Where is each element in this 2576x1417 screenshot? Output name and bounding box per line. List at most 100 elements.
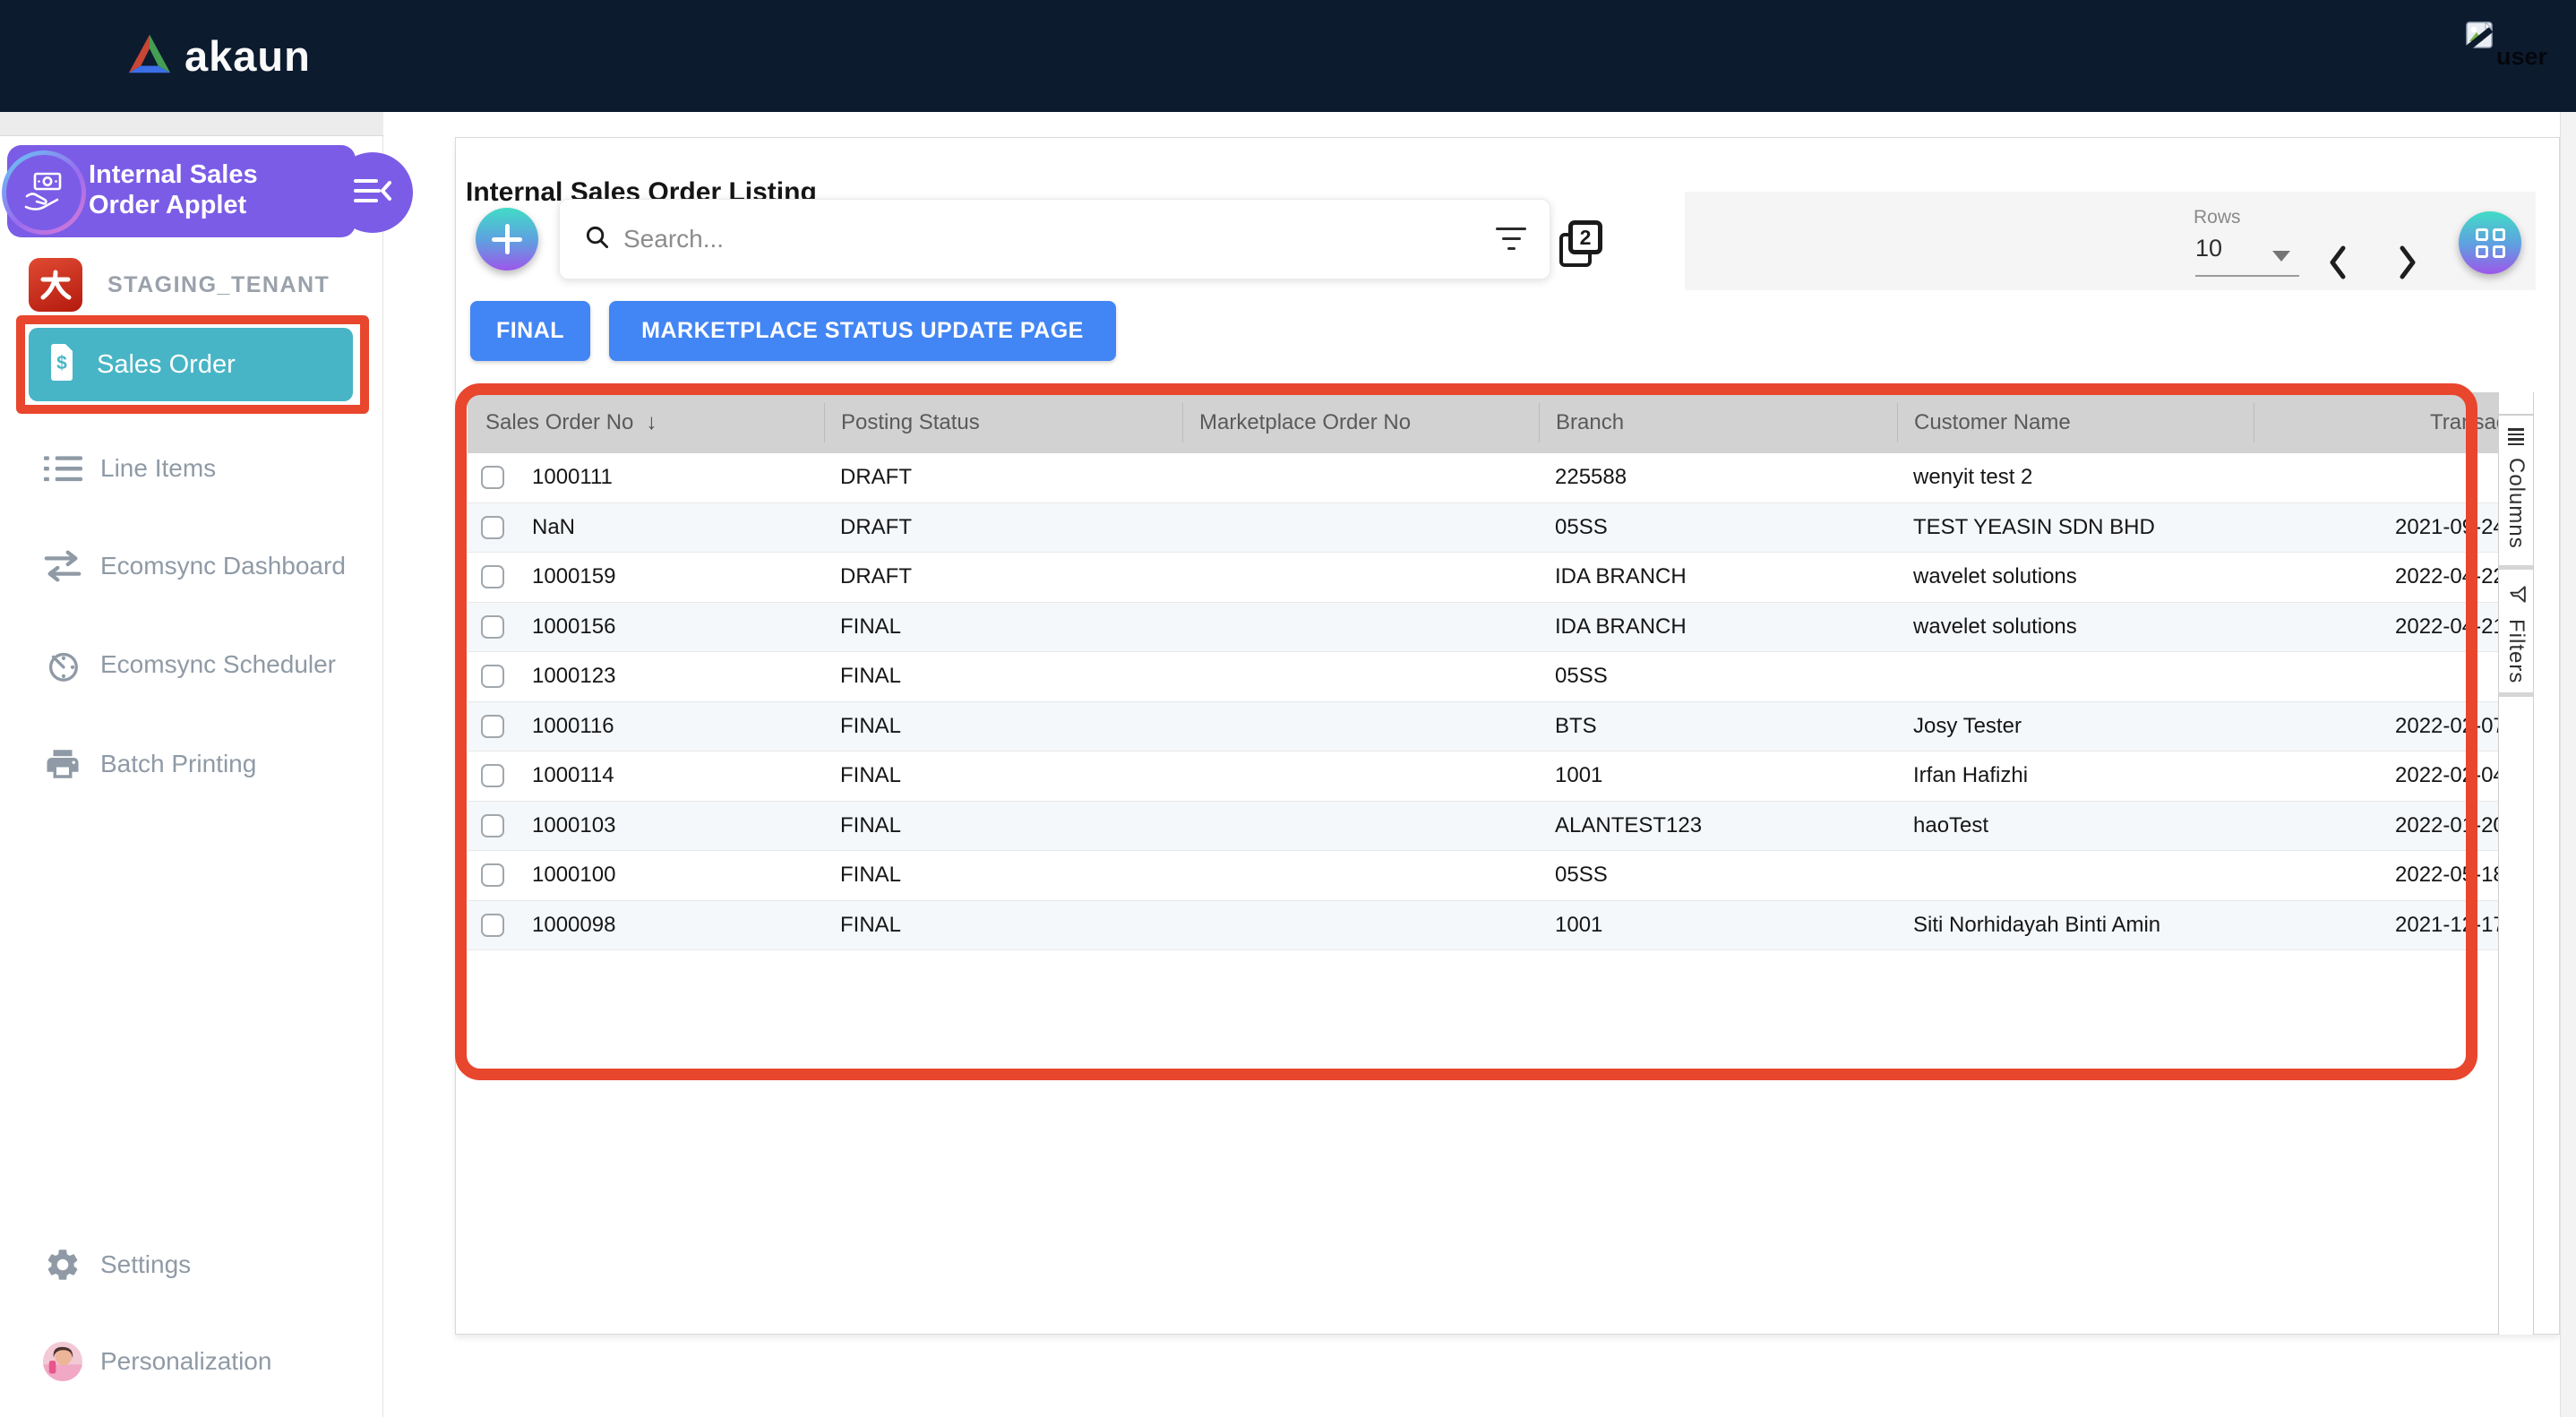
logo-text: akaun xyxy=(185,31,311,81)
cell-customer-name: wenyit test 2 xyxy=(1897,465,2254,490)
rows-per-page-label: Rows xyxy=(2194,207,2241,228)
tab-columns[interactable]: Columns xyxy=(2499,416,2533,565)
akaun-triangle-icon xyxy=(125,31,174,81)
table-body: 1000111 DRAFT 225588 wenyit test 2 NaN D… xyxy=(468,453,2498,950)
cell-customer-name: TEST YEASIN SDN BHD xyxy=(1897,515,2254,540)
column-header-marketplace-order-no[interactable]: Marketplace Order No xyxy=(1182,403,1539,442)
table-row[interactable]: 1000098 FINAL 1001 Siti Norhidayah Binti… xyxy=(468,901,2498,951)
column-header-sales-order-no[interactable]: Sales Order No ↓ xyxy=(468,403,824,442)
cell-branch: 05SS xyxy=(1539,664,1897,689)
cell-branch: 1001 xyxy=(1539,913,1897,938)
table-row[interactable]: 1000159 DRAFT IDA BRANCH wavelet solutio… xyxy=(468,553,2498,603)
cell-sales-order-no: 1000156 xyxy=(532,614,615,640)
cell-sales-order-no: NaN xyxy=(532,515,575,540)
row-checkbox[interactable] xyxy=(481,565,504,588)
sidebar-item-ecomsync-scheduler[interactable]: Ecomsync Scheduler xyxy=(0,638,383,691)
table-row[interactable]: 1000156 FINAL IDA BRANCH wavelet solutio… xyxy=(468,603,2498,653)
cell-sales-order-no: 1000103 xyxy=(532,813,615,838)
cell-posting-status: DRAFT xyxy=(824,515,1182,540)
final-button[interactable]: FINAL xyxy=(470,301,590,361)
sidebar-item-ecomsync-dashboard[interactable]: Ecomsync Dashboard xyxy=(0,539,383,593)
cell-customer-name: wavelet solutions xyxy=(1897,564,2254,589)
chevron-down-icon[interactable] xyxy=(2272,251,2290,262)
sidebar-top-gap xyxy=(0,112,383,136)
tenant-name: STAGING_TENANT xyxy=(107,272,330,298)
cell-posting-status: FINAL xyxy=(824,614,1182,640)
row-checkbox[interactable] xyxy=(481,516,504,539)
sidebar-collapse-button[interactable] xyxy=(332,152,413,233)
column-header-posting-status[interactable]: Posting Status xyxy=(824,403,1182,442)
previous-page-button[interactable] xyxy=(2327,245,2347,285)
document-dollar-icon: $ xyxy=(48,343,75,386)
row-checkbox[interactable] xyxy=(481,764,504,787)
table-header: Sales Order No ↓ Posting Status Marketpl… xyxy=(468,392,2498,453)
row-checkbox[interactable] xyxy=(481,665,504,688)
app-window: akaun user xyxy=(0,0,2576,1417)
sidebar-item-batch-printing[interactable]: Batch Printing xyxy=(0,737,383,791)
cell-customer-name: Josy Tester xyxy=(1897,714,2254,739)
cell-branch: 1001 xyxy=(1539,763,1897,788)
akaun-logo: akaun xyxy=(125,0,311,112)
cell-posting-status: DRAFT xyxy=(824,465,1182,490)
cell-customer-name: Irfan Hafizhi xyxy=(1897,763,2254,788)
search-bar xyxy=(559,199,1550,279)
filter-funnel-icon xyxy=(2504,585,2529,605)
grid-view-button[interactable] xyxy=(2459,211,2521,274)
table-row[interactable]: 1000123 FINAL 05SS xyxy=(468,652,2498,702)
cell-posting-status: FINAL xyxy=(824,913,1182,938)
sidebar-item-line-items[interactable]: Line Items xyxy=(0,442,383,495)
table-side-panel: Columns Filters xyxy=(2498,392,2534,1335)
next-page-button[interactable] xyxy=(2399,245,2418,285)
row-checkbox[interactable] xyxy=(481,615,504,639)
column-header-transaction-date[interactable]: Transaction Date xyxy=(2254,403,2498,442)
cell-sales-order-no: 1000116 xyxy=(532,714,614,739)
marketplace-status-update-button[interactable]: MARKETPLACE STATUS UPDATE PAGE xyxy=(609,301,1116,361)
sidebar-item-personalization[interactable]: Personalization xyxy=(0,1335,383,1388)
table-row[interactable]: NaN DRAFT 05SS TEST YEASIN SDN BHD 2021-… xyxy=(468,503,2498,554)
pagination-toolbar: Rows 10 xyxy=(1685,192,2536,290)
search-input[interactable] xyxy=(623,225,1469,253)
cell-transaction-date: 2022-01-20 xyxy=(2254,813,2498,838)
search-icon xyxy=(585,225,609,253)
tenant-app-icon xyxy=(29,258,82,312)
grid-icon xyxy=(2476,228,2505,258)
page-scrollbar[interactable] xyxy=(2560,112,2576,1417)
cell-posting-status: FINAL xyxy=(824,763,1182,788)
sidebar-item-settings[interactable]: Settings xyxy=(0,1238,383,1292)
row-checkbox[interactable] xyxy=(481,715,504,738)
user-alt-text: user xyxy=(2496,43,2547,71)
column-header-branch[interactable]: Branch xyxy=(1539,403,1897,442)
applet-title: Internal Sales Order Applet xyxy=(89,159,329,220)
row-checkbox[interactable] xyxy=(481,466,504,489)
tab-filters[interactable]: Filters xyxy=(2499,570,2533,692)
multi-page-view-icon[interactable]: 2 xyxy=(1559,220,1602,267)
table-row[interactable]: 1000100 FINAL 05SS 2022-05-18 xyxy=(468,851,2498,901)
cell-posting-status: FINAL xyxy=(824,813,1182,838)
tab-label: Filters xyxy=(2503,619,2529,683)
table-row[interactable]: 1000111 DRAFT 225588 wenyit test 2 xyxy=(468,453,2498,503)
sidebar-item-sales-order[interactable]: $ Sales Order xyxy=(29,328,353,401)
sidebar-item-label: Settings xyxy=(100,1250,191,1279)
sidebar-item-label: Batch Printing xyxy=(100,750,256,778)
cell-branch: 05SS xyxy=(1539,863,1897,888)
row-checkbox[interactable] xyxy=(481,814,504,837)
column-header-customer-name[interactable]: Customer Name xyxy=(1897,403,2254,442)
table-row[interactable]: 1000103 FINAL ALANTEST123 haoTest 2022-0… xyxy=(468,802,2498,852)
pages-badge: 2 xyxy=(1568,220,1602,254)
row-checkbox[interactable] xyxy=(481,914,504,937)
rows-per-page-select[interactable]: 10 xyxy=(2195,235,2222,262)
row-checkbox[interactable] xyxy=(481,863,504,887)
add-record-button[interactable] xyxy=(476,208,538,271)
table-row[interactable]: 1000116 FINAL BTS Josy Tester 2022-02-07 xyxy=(468,702,2498,752)
search-filter-icon[interactable] xyxy=(1496,228,1526,253)
sidebar-item-label: Ecomsync Dashboard xyxy=(100,552,346,580)
svg-text:$: $ xyxy=(56,353,67,374)
table-row[interactable]: 1000114 FINAL 1001 Irfan Hafizhi 2022-02… xyxy=(468,751,2498,802)
sidebar-item-label: Sales Order xyxy=(97,350,236,380)
user-avatar-button[interactable]: user xyxy=(2466,21,2573,75)
cell-customer-name: haoTest xyxy=(1897,813,2254,838)
tenant-selector[interactable]: STAGING_TENANT xyxy=(29,258,330,312)
sidebar-item-label: Line Items xyxy=(100,454,216,483)
cell-transaction-date: 2022-02-04 xyxy=(2254,763,2498,788)
collapse-menu-icon xyxy=(352,176,393,210)
